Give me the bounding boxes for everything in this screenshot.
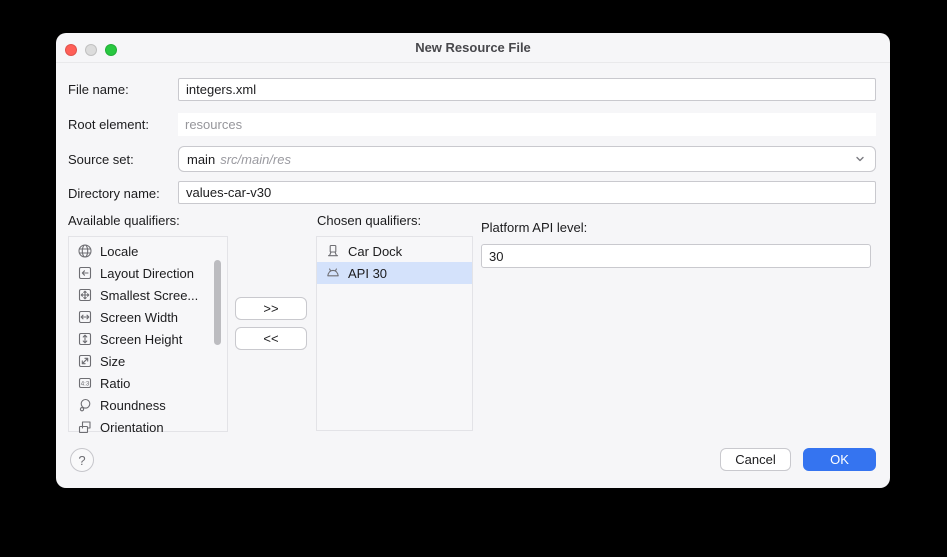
platform-api-level-label: Platform API level: [481, 220, 587, 235]
roundness-icon [77, 397, 93, 413]
screen-width-icon [77, 309, 93, 325]
list-item-label: Roundness [100, 398, 166, 413]
cancel-button[interactable]: Cancel [720, 448, 791, 471]
smallest-screen-icon [77, 287, 93, 303]
list-item-label: Screen Width [100, 310, 178, 325]
source-set-label: Source set: [68, 152, 134, 167]
locale-icon [77, 243, 93, 259]
list-item[interactable]: Roundness [69, 394, 227, 416]
list-item[interactable]: Layout Direction [69, 262, 227, 284]
list-item[interactable]: 4:3 Ratio [69, 372, 227, 394]
available-qualifiers-list[interactable]: Locale Layout Direction Smallest Scree... S… [68, 236, 228, 432]
list-item-label: Ratio [100, 376, 130, 391]
list-item[interactable]: Orientation [69, 416, 227, 438]
car-dock-icon [325, 243, 341, 259]
scrollbar-thumb[interactable] [214, 260, 221, 345]
move-left-button[interactable]: << [235, 327, 307, 350]
root-element-label: Root element: [68, 117, 149, 132]
list-item[interactable]: Locale [69, 240, 227, 262]
file-name-label: File name: [68, 82, 129, 97]
chosen-qualifiers-list[interactable]: Car Dock API 30 [316, 236, 473, 431]
file-name-input[interactable] [178, 78, 876, 101]
directory-name-input[interactable] [178, 181, 876, 204]
chevron-down-icon [853, 152, 867, 166]
titlebar[interactable]: New Resource File [56, 33, 890, 63]
platform-api-level-input[interactable] [481, 244, 871, 268]
list-item-label: Size [100, 354, 125, 369]
layout-direction-icon [77, 265, 93, 281]
list-item-label: Car Dock [348, 244, 402, 259]
directory-name-label: Directory name: [68, 186, 160, 201]
list-item-label: Layout Direction [100, 266, 194, 281]
source-set-select[interactable]: main src/main/res [178, 146, 876, 172]
android-head-icon [325, 265, 341, 281]
ratio-icon: 4:3 [77, 375, 93, 391]
chosen-qualifiers-label: Chosen qualifiers: [317, 213, 421, 228]
list-item-label: Locale [100, 244, 138, 259]
list-item[interactable]: Car Dock [317, 240, 472, 262]
list-item[interactable]: API 30 [317, 262, 472, 284]
list-item[interactable]: Size [69, 350, 227, 372]
list-item-label: API 30 [348, 266, 387, 281]
size-icon [77, 353, 93, 369]
new-resource-file-dialog: New Resource File File name: Root elemen… [56, 33, 890, 488]
available-qualifiers-label: Available qualifiers: [68, 213, 180, 228]
screen-height-icon [77, 331, 93, 347]
list-item-label: Smallest Scree... [100, 288, 198, 303]
list-item[interactable]: Screen Width [69, 306, 227, 328]
root-element-input[interactable] [178, 113, 876, 136]
source-set-value: main [187, 152, 215, 167]
list-item[interactable]: Screen Height [69, 328, 227, 350]
move-right-button[interactable]: >> [235, 297, 307, 320]
list-item[interactable]: Smallest Scree... [69, 284, 227, 306]
list-item-label: Screen Height [100, 332, 182, 347]
help-button[interactable]: ? [70, 448, 94, 472]
svg-text:4:3: 4:3 [81, 380, 90, 387]
orientation-icon [77, 419, 93, 435]
source-set-hint: src/main/res [220, 152, 291, 167]
list-item-label: Orientation [100, 420, 164, 435]
ok-button[interactable]: OK [803, 448, 876, 471]
help-icon: ? [78, 453, 85, 468]
window-title: New Resource File [56, 40, 890, 55]
